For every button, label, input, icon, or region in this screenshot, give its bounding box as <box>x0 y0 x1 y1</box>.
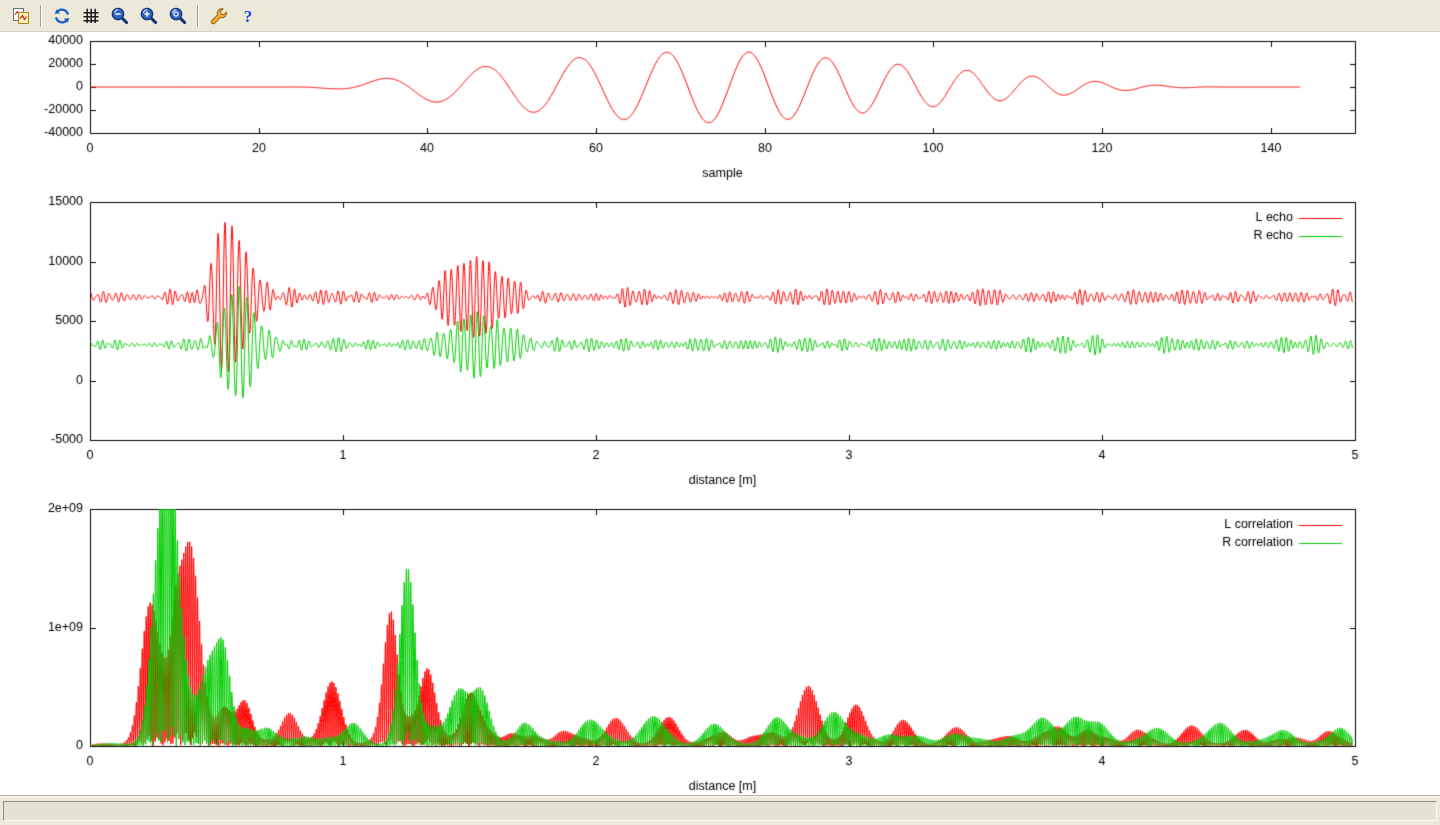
help-icon: ? <box>238 6 258 26</box>
gnuplot-window: ? <box>0 0 1440 825</box>
status-text <box>3 801 1437 821</box>
toolbar-separator <box>197 5 199 27</box>
toolbar-separator <box>40 5 42 27</box>
replot-button[interactable] <box>48 3 75 29</box>
plot-canvas[interactable] <box>0 32 1440 795</box>
zoom-prev-icon <box>110 6 130 26</box>
copy-icon <box>11 6 31 26</box>
copy-plot-button[interactable] <box>7 3 34 29</box>
wrench-icon <box>209 6 229 26</box>
help-button[interactable]: ? <box>234 3 261 29</box>
grid-icon <box>81 6 101 26</box>
zoom-reset-icon <box>168 6 188 26</box>
zoom-previous-button[interactable] <box>106 3 133 29</box>
zoom-reset-button[interactable] <box>164 3 191 29</box>
svg-text:?: ? <box>243 7 252 26</box>
status-bar <box>0 795 1440 825</box>
toolbar: ? <box>0 0 1440 32</box>
zoom-next-button[interactable] <box>135 3 162 29</box>
zoom-next-icon <box>139 6 159 26</box>
refresh-icon <box>52 6 72 26</box>
settings-button[interactable] <box>205 3 232 29</box>
toggle-grid-button[interactable] <box>77 3 104 29</box>
